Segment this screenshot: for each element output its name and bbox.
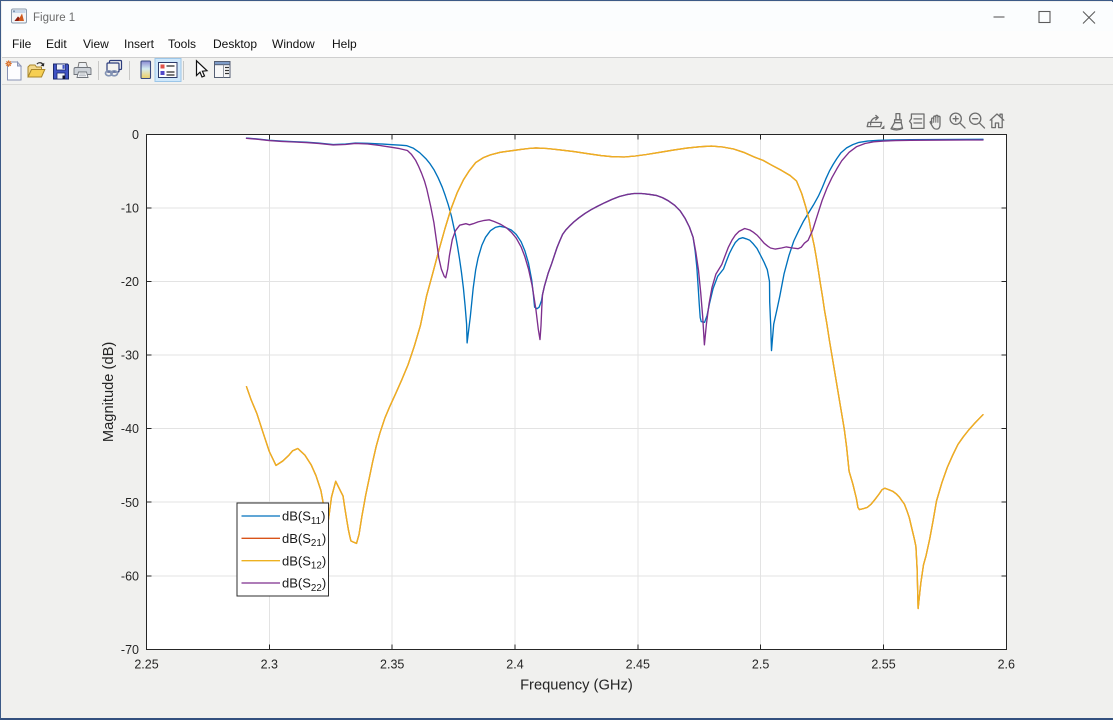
svg-text:2.45: 2.45 bbox=[626, 657, 650, 671]
svg-text:2.5: 2.5 bbox=[752, 657, 769, 671]
svg-text:-10: -10 bbox=[121, 202, 139, 216]
svg-text:-40: -40 bbox=[121, 422, 139, 436]
svg-text:2.3: 2.3 bbox=[261, 657, 278, 671]
svg-text:Frequency (GHz): Frequency (GHz) bbox=[520, 678, 633, 694]
svg-text:2.25: 2.25 bbox=[134, 657, 158, 671]
svg-text:-70: -70 bbox=[121, 643, 139, 657]
svg-text:-20: -20 bbox=[121, 275, 139, 289]
svg-text:-50: -50 bbox=[121, 496, 139, 510]
svg-text:2.55: 2.55 bbox=[871, 657, 895, 671]
svg-text:-30: -30 bbox=[121, 349, 139, 363]
svg-text:Figure 1: Figure 1 bbox=[33, 12, 75, 24]
svg-text:Magnitude (dB): Magnitude (dB) bbox=[101, 342, 117, 442]
svg-text:0: 0 bbox=[132, 128, 139, 142]
svg-text:2.4: 2.4 bbox=[506, 657, 523, 671]
svg-text:-60: -60 bbox=[121, 569, 139, 583]
svg-text:2.6: 2.6 bbox=[998, 657, 1015, 671]
svg-text:2.35: 2.35 bbox=[380, 657, 404, 671]
